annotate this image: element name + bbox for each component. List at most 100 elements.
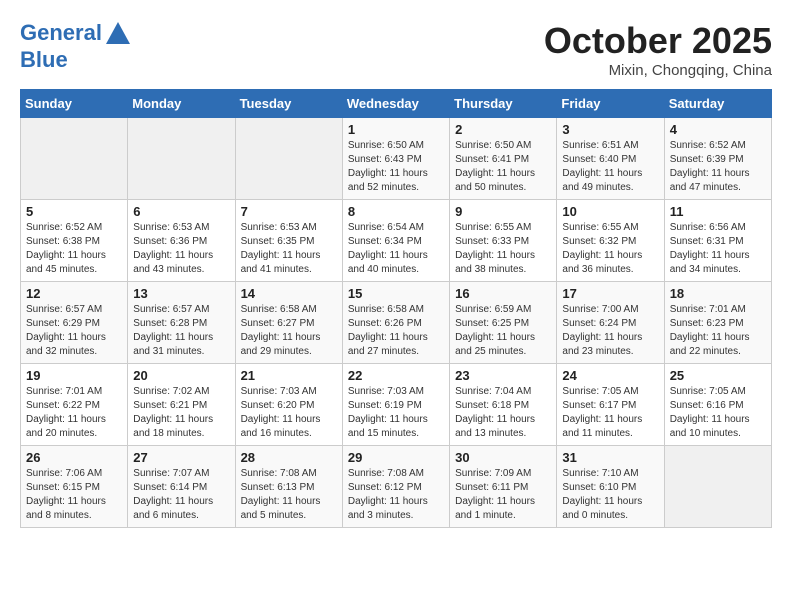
- calendar-day-cell: 5 Sunrise: 6:52 AMSunset: 6:38 PMDaylight…: [21, 200, 128, 282]
- calendar-day-cell: 18Sunrise: 7:01 AMSunset: 6:23 PMDayligh…: [664, 282, 771, 364]
- calendar-week-row: 1Sunrise: 6:50 AMSunset: 6:43 PMDaylight…: [21, 118, 772, 200]
- calendar-day-cell: 26Sunrise: 7:06 AMSunset: 6:15 PMDayligh…: [21, 446, 128, 528]
- calendar-day-cell: [21, 118, 128, 200]
- day-number: 19: [26, 368, 122, 383]
- calendar-day-cell: 28 Sunrise: 7:08 AMSunset: 6:13 PMDayligh…: [235, 446, 342, 528]
- calendar-day-cell: 20Sunrise: 7:02 AMSunset: 6:21 PMDayligh…: [128, 364, 235, 446]
- day-number: 3: [562, 122, 658, 137]
- weekday-header-row: SundayMondayTuesdayWednesdayThursdayFrid…: [21, 90, 772, 118]
- day-number: 21: [241, 368, 337, 383]
- calendar-day-cell: 4 Sunrise: 6:52 AMSunset: 6:39 PMDaylight…: [664, 118, 771, 200]
- day-number: 22: [348, 368, 444, 383]
- day-info: Sunrise: 7:00 AMSunset: 6:24 PMDaylight:…: [562, 303, 658, 359]
- day-info: Sunrise: 7:10 AMSunset: 6:10 PMDaylight:…: [562, 467, 658, 523]
- day-number: 15: [348, 286, 444, 301]
- calendar-day-cell: 21 Sunrise: 7:03 AMSunset: 6:20 PMDayligh…: [235, 364, 342, 446]
- calendar-day-cell: 29 Sunrise: 7:08 AMSunset: 6:12 PMDayligh…: [342, 446, 449, 528]
- day-info: Sunrise: 7:07 AMSunset: 6:14 PMDaylight:…: [133, 467, 229, 523]
- day-number: 9: [455, 204, 551, 219]
- day-info: Sunrise: 7:04 AMSunset: 6:18 PMDaylight:…: [455, 385, 551, 441]
- day-info: Sunrise: 6:54 AMSunset: 6:34 PMDaylight:…: [348, 221, 444, 277]
- calendar-day-cell: 17 Sunrise: 7:00 AMSunset: 6:24 PMDayligh…: [557, 282, 664, 364]
- weekday-header-sunday: Sunday: [21, 90, 128, 118]
- day-info: Sunrise: 6:59 AMSunset: 6:25 PMDaylight:…: [455, 303, 551, 359]
- calendar-table: SundayMondayTuesdayWednesdayThursdayFrid…: [20, 89, 772, 528]
- calendar-day-cell: 9 Sunrise: 6:55 AMSunset: 6:33 PMDaylight…: [450, 200, 557, 282]
- day-info: Sunrise: 6:55 AMSunset: 6:33 PMDaylight:…: [455, 221, 551, 277]
- calendar-day-cell: [664, 446, 771, 528]
- calendar-day-cell: 3 Sunrise: 6:51 AMSunset: 6:40 PMDaylight…: [557, 118, 664, 200]
- calendar-day-cell: 25 Sunrise: 7:05 AMSunset: 6:16 PMDayligh…: [664, 364, 771, 446]
- day-info: Sunrise: 7:05 AMSunset: 6:16 PMDaylight:…: [670, 385, 766, 441]
- calendar-day-cell: 11 Sunrise: 6:56 AMSunset: 6:31 PMDayligh…: [664, 200, 771, 282]
- day-number: 1: [348, 122, 444, 137]
- calendar-day-cell: 7 Sunrise: 6:53 AMSunset: 6:35 PMDaylight…: [235, 200, 342, 282]
- calendar-day-cell: [128, 118, 235, 200]
- weekday-header-saturday: Saturday: [664, 90, 771, 118]
- calendar-day-cell: 8 Sunrise: 6:54 AMSunset: 6:34 PMDaylight…: [342, 200, 449, 282]
- day-number: 5: [26, 204, 122, 219]
- day-info: Sunrise: 7:08 AMSunset: 6:12 PMDaylight:…: [348, 467, 444, 523]
- logo: General Blue: [20, 20, 132, 72]
- day-info: Sunrise: 6:58 AMSunset: 6:27 PMDaylight:…: [241, 303, 337, 359]
- day-info: Sunrise: 7:03 AMSunset: 6:20 PMDaylight:…: [241, 385, 337, 441]
- calendar-week-row: 5 Sunrise: 6:52 AMSunset: 6:38 PMDaylight…: [21, 200, 772, 282]
- day-number: 27: [133, 450, 229, 465]
- day-number: 28: [241, 450, 337, 465]
- calendar-day-cell: [235, 118, 342, 200]
- calendar-day-cell: 14Sunrise: 6:58 AMSunset: 6:27 PMDayligh…: [235, 282, 342, 364]
- day-info: Sunrise: 6:52 AMSunset: 6:39 PMDaylight:…: [670, 139, 766, 195]
- day-number: 8: [348, 204, 444, 219]
- day-number: 26: [26, 450, 122, 465]
- day-number: 31: [562, 450, 658, 465]
- day-info: Sunrise: 7:03 AMSunset: 6:19 PMDaylight:…: [348, 385, 444, 441]
- calendar-week-row: 12Sunrise: 6:57 AMSunset: 6:29 PMDayligh…: [21, 282, 772, 364]
- calendar-day-cell: 1Sunrise: 6:50 AMSunset: 6:43 PMDaylight…: [342, 118, 449, 200]
- day-number: 29: [348, 450, 444, 465]
- calendar-week-row: 19 Sunrise: 7:01 AMSunset: 6:22 PMDayligh…: [21, 364, 772, 446]
- day-info: Sunrise: 6:56 AMSunset: 6:31 PMDaylight:…: [670, 221, 766, 277]
- logo-text: General Blue: [20, 20, 132, 72]
- day-info: Sunrise: 7:01 AMSunset: 6:22 PMDaylight:…: [26, 385, 122, 441]
- weekday-header-thursday: Thursday: [450, 90, 557, 118]
- day-number: 13: [133, 286, 229, 301]
- day-number: 10: [562, 204, 658, 219]
- calendar-day-cell: 13 Sunrise: 6:57 AMSunset: 6:28 PMDayligh…: [128, 282, 235, 364]
- day-number: 11: [670, 204, 766, 219]
- day-info: Sunrise: 7:01 AMSunset: 6:23 PMDaylight:…: [670, 303, 766, 359]
- day-info: Sunrise: 6:55 AMSunset: 6:32 PMDaylight:…: [562, 221, 658, 277]
- calendar-day-cell: 2Sunrise: 6:50 AMSunset: 6:41 PMDaylight…: [450, 118, 557, 200]
- day-number: 7: [241, 204, 337, 219]
- page-header: General Blue October 2025 Mixin, Chongqi…: [20, 20, 772, 79]
- day-info: Sunrise: 6:51 AMSunset: 6:40 PMDaylight:…: [562, 139, 658, 195]
- day-number: 24: [562, 368, 658, 383]
- day-number: 20: [133, 368, 229, 383]
- day-info: Sunrise: 6:52 AMSunset: 6:38 PMDaylight:…: [26, 221, 122, 277]
- day-number: 16: [455, 286, 551, 301]
- calendar-day-cell: 30 Sunrise: 7:09 AMSunset: 6:11 PMDayligh…: [450, 446, 557, 528]
- calendar-week-row: 26Sunrise: 7:06 AMSunset: 6:15 PMDayligh…: [21, 446, 772, 528]
- calendar-day-cell: 23 Sunrise: 7:04 AMSunset: 6:18 PMDayligh…: [450, 364, 557, 446]
- day-info: Sunrise: 6:50 AMSunset: 6:41 PMDaylight:…: [455, 139, 551, 195]
- day-number: 30: [455, 450, 551, 465]
- day-number: 25: [670, 368, 766, 383]
- day-number: 4: [670, 122, 766, 137]
- calendar-day-cell: 12Sunrise: 6:57 AMSunset: 6:29 PMDayligh…: [21, 282, 128, 364]
- day-info: Sunrise: 7:09 AMSunset: 6:11 PMDaylight:…: [455, 467, 551, 523]
- calendar-day-cell: 27 Sunrise: 7:07 AMSunset: 6:14 PMDayligh…: [128, 446, 235, 528]
- month-title: October 2025: [544, 20, 772, 62]
- weekday-header-monday: Monday: [128, 90, 235, 118]
- day-number: 17: [562, 286, 658, 301]
- day-number: 23: [455, 368, 551, 383]
- day-number: 12: [26, 286, 122, 301]
- day-info: Sunrise: 6:53 AMSunset: 6:35 PMDaylight:…: [241, 221, 337, 277]
- weekday-header-wednesday: Wednesday: [342, 90, 449, 118]
- day-info: Sunrise: 6:57 AMSunset: 6:28 PMDaylight:…: [133, 303, 229, 359]
- calendar-day-cell: 22 Sunrise: 7:03 AMSunset: 6:19 PMDayligh…: [342, 364, 449, 446]
- weekday-header-friday: Friday: [557, 90, 664, 118]
- calendar-day-cell: 24Sunrise: 7:05 AMSunset: 6:17 PMDayligh…: [557, 364, 664, 446]
- day-info: Sunrise: 7:08 AMSunset: 6:13 PMDaylight:…: [241, 467, 337, 523]
- calendar-day-cell: 10 Sunrise: 6:55 AMSunset: 6:32 PMDayligh…: [557, 200, 664, 282]
- calendar-day-cell: 31 Sunrise: 7:10 AMSunset: 6:10 PMDayligh…: [557, 446, 664, 528]
- calendar-day-cell: 15Sunrise: 6:58 AMSunset: 6:26 PMDayligh…: [342, 282, 449, 364]
